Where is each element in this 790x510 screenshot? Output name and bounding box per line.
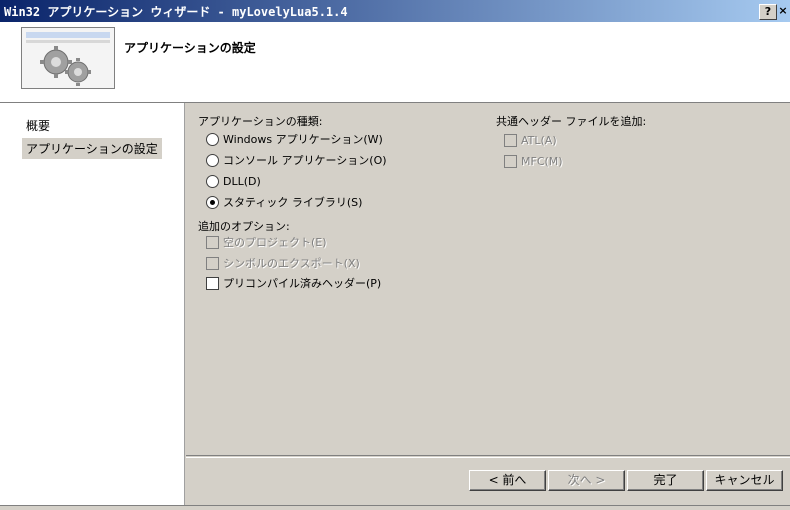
checkbox-box[interactable] xyxy=(206,256,219,270)
common-headers-label: 共通ヘッダー ファイルを追加: xyxy=(496,115,647,128)
back-button[interactable]: < 前へ xyxy=(469,470,546,491)
wizard-header: アプリケーションの設定 xyxy=(0,22,790,103)
checkbox-empty-project[interactable]: 空のプロジェクト(E) xyxy=(206,235,327,251)
checkbox-box[interactable] xyxy=(504,154,517,168)
footer-divider xyxy=(186,457,790,458)
cancel-button[interactable]: キャンセル xyxy=(706,470,783,491)
radio-static-library[interactable]: スタティック ライブラリ(S) xyxy=(206,195,362,211)
checkbox-box[interactable] xyxy=(504,133,517,147)
close-button[interactable]: × xyxy=(775,4,790,18)
checkbox-export-symbols[interactable]: シンボルのエクスポート(X) xyxy=(206,256,360,272)
window-bottom-edge xyxy=(0,505,790,510)
radio-circle[interactable] xyxy=(206,132,219,146)
radio-circle[interactable] xyxy=(206,153,219,167)
page-title: アプリケーションの設定 xyxy=(124,41,256,55)
radio-dll[interactable]: DLL(D) xyxy=(206,174,261,190)
checkbox-atl[interactable]: ATL(A) xyxy=(504,133,557,149)
settings-panel: アプリケーションの種類: Windows アプリケーション(W) コンソール ア… xyxy=(186,103,790,455)
checkbox-box[interactable] xyxy=(206,276,219,290)
sidebar-item-overview[interactable]: 概要 xyxy=(22,115,54,136)
additional-options-label: 追加のオプション: xyxy=(198,220,290,233)
title-bar: Win32 アプリケーション ウィザード - myLovelyLua5.1.4 … xyxy=(0,0,790,22)
radio-windows-app[interactable]: Windows アプリケーション(W) xyxy=(206,132,383,148)
checkbox-box[interactable] xyxy=(206,235,219,249)
wizard-sidebar: 概要 アプリケーションの設定 xyxy=(0,103,185,505)
app-type-label: アプリケーションの種類: xyxy=(198,115,323,128)
window-title: Win32 アプリケーション ウィザード - myLovelyLua5.1.4 xyxy=(4,5,348,19)
checkbox-mfc[interactable]: MFC(M) xyxy=(504,154,563,170)
sidebar-item-app-settings[interactable]: アプリケーションの設定 xyxy=(22,138,162,159)
finish-button[interactable]: 完了 xyxy=(627,470,704,491)
radio-console-app[interactable]: コンソール アプリケーション(O) xyxy=(206,153,387,169)
checkbox-precompiled-header[interactable]: プリコンパイル済みヘッダー(P) xyxy=(206,276,381,292)
radio-circle[interactable] xyxy=(206,174,219,188)
gears-icon xyxy=(21,27,115,89)
next-button[interactable]: 次へ > xyxy=(548,470,625,491)
wizard-window: Win32 アプリケーション ウィザード - myLovelyLua5.1.4 … xyxy=(0,0,790,510)
radio-circle-selected[interactable] xyxy=(206,195,219,209)
